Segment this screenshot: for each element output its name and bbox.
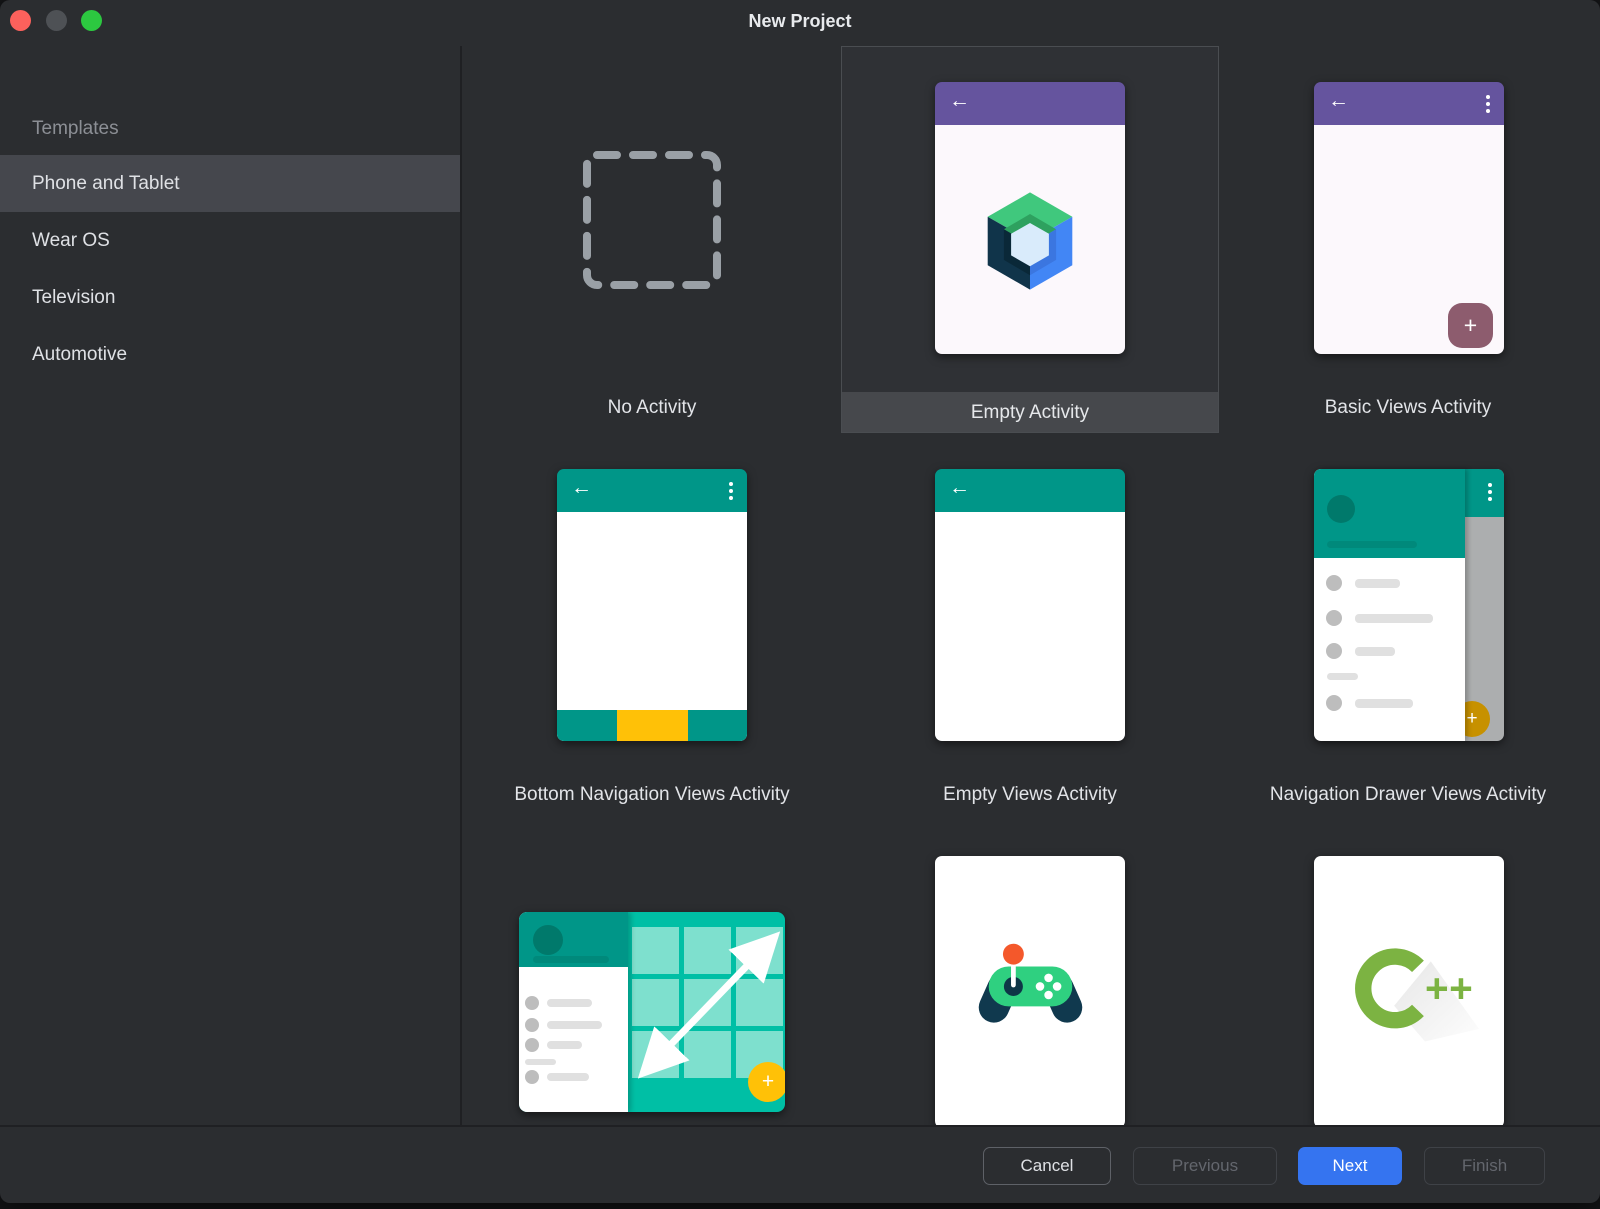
avatar — [1327, 495, 1355, 523]
drawer-title-placeholder — [533, 956, 609, 963]
kebab-menu-icon — [1486, 95, 1490, 113]
back-arrow-icon: ← — [571, 476, 592, 500]
list-line — [547, 1021, 602, 1029]
list-bullet — [525, 1018, 539, 1032]
sidebar-item-phone-and-tablet[interactable]: Phone and Tablet — [0, 155, 460, 212]
bottom-navigation-views-activity-card[interactable]: ← — [557, 469, 747, 741]
drawer-header — [1314, 469, 1465, 558]
back-arrow-icon: ← — [1328, 89, 1349, 113]
sidebar-item-wear-os[interactable]: Wear OS — [0, 212, 460, 269]
bottom-nav-bar — [557, 710, 747, 741]
phone-body — [557, 512, 747, 741]
template-grid: No Activity ← Empty Activity ← — [461, 46, 1600, 1125]
list-bullet — [525, 1038, 539, 1052]
navigation-drawer — [1314, 469, 1465, 741]
bottom-navigation-label: Bottom Navigation Views Activity — [463, 784, 841, 806]
navigation-drawer-views-activity-card[interactable]: + — [1314, 469, 1504, 741]
svg-text:+: + — [1449, 965, 1473, 1011]
game-activity-card[interactable] — [935, 856, 1125, 1125]
app-bar: ← — [557, 469, 747, 512]
fab-add-button: + — [1448, 303, 1493, 348]
app-bar: ← — [935, 82, 1125, 125]
svg-text:+: + — [1425, 965, 1449, 1011]
app-bar — [1465, 469, 1504, 517]
list-line — [1355, 647, 1395, 656]
sidebar-header: Templates — [32, 118, 119, 140]
avatar — [533, 925, 563, 955]
list-line — [1355, 614, 1433, 623]
cancel-button[interactable]: Cancel — [983, 1147, 1111, 1185]
drawer-title-placeholder — [1327, 541, 1417, 548]
next-button[interactable]: Next — [1298, 1147, 1402, 1185]
list-line — [1355, 579, 1400, 588]
empty-views-activity-label: Empty Views Activity — [841, 784, 1219, 806]
templates-sidebar: Templates Phone and Tablet Wear OS Telev… — [0, 46, 460, 1125]
app-bar: ← — [1314, 82, 1504, 125]
navigation-drawer-label: Navigation Drawer Views Activity — [1219, 784, 1597, 806]
no-activity-label: No Activity — [463, 397, 841, 419]
list-subheader-line — [1327, 673, 1358, 680]
sidebar-item-television[interactable]: Television — [0, 269, 460, 326]
finish-button[interactable]: Finish — [1424, 1147, 1545, 1185]
titlebar: New Project — [0, 0, 1600, 46]
kebab-menu-icon — [729, 482, 733, 500]
list-bullet — [525, 996, 539, 1010]
list-bullet — [1326, 643, 1342, 659]
list-bullet — [1326, 695, 1342, 711]
new-project-dialog: New Project Templates Phone and Tablet W… — [0, 0, 1600, 1203]
responsive-views-activity-card[interactable]: + — [519, 912, 785, 1112]
empty-views-activity-card[interactable]: ← — [935, 469, 1125, 741]
list-bullet — [525, 1070, 539, 1084]
cpp-logo: + + — [1344, 930, 1479, 1042]
list-bullet — [1326, 610, 1342, 626]
sidebar-item-automotive[interactable]: Automotive — [0, 326, 460, 383]
footer-divider — [0, 1125, 1600, 1127]
app-bar: ← — [935, 469, 1125, 512]
dashed-square-icon — [581, 149, 723, 291]
back-arrow-icon: ← — [949, 89, 970, 113]
no-activity-card[interactable] — [581, 149, 723, 296]
native-cpp-card[interactable]: + + — [1314, 856, 1504, 1125]
phone-body — [935, 512, 1125, 741]
navigation-drawer — [519, 912, 628, 1112]
list-line — [547, 999, 592, 1007]
list-subheader-line — [525, 1059, 556, 1065]
fab-add-button: + — [748, 1062, 785, 1102]
jetpack-compose-logo — [985, 192, 1075, 290]
basic-views-activity-card[interactable]: ← + — [1314, 82, 1504, 354]
game-controller-icon — [973, 938, 1088, 1033]
kebab-menu-icon — [1488, 483, 1492, 501]
list-line — [1355, 699, 1413, 708]
window-title: New Project — [0, 0, 1600, 46]
list-bullet — [1326, 575, 1342, 591]
list-line — [547, 1073, 589, 1081]
back-arrow-icon: ← — [949, 476, 970, 500]
list-line — [547, 1041, 582, 1049]
empty-activity-label: Empty Activity — [841, 393, 1219, 433]
bottom-nav-selected-tab — [617, 710, 688, 741]
previous-button[interactable]: Previous — [1133, 1147, 1277, 1185]
empty-activity-card[interactable]: ← — [935, 82, 1125, 354]
drawer-header — [519, 912, 628, 967]
basic-views-activity-label: Basic Views Activity — [1219, 397, 1597, 419]
